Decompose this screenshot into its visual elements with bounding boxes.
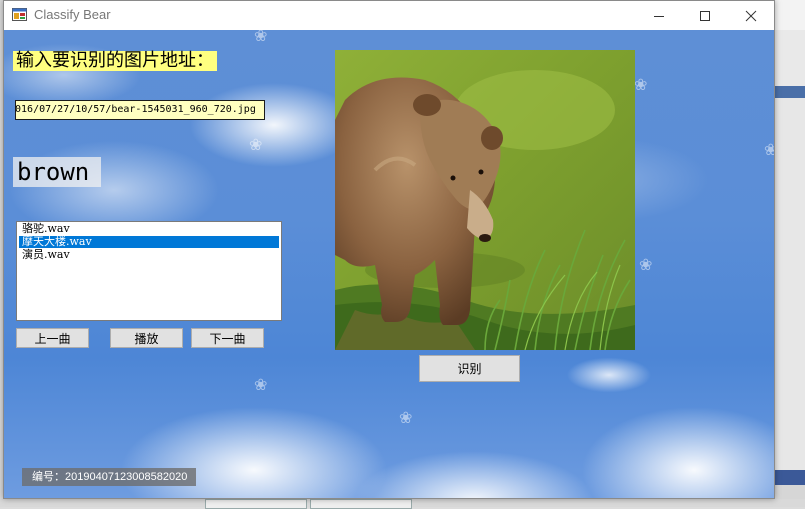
watermark-glyph: ❀ bbox=[254, 30, 268, 45]
watermark-glyph: ❀ bbox=[249, 135, 263, 154]
background-tab bbox=[310, 499, 412, 509]
minimize-button[interactable] bbox=[636, 1, 682, 30]
classification-result-label: brown bbox=[13, 157, 101, 187]
watermark-glyph: ❀ bbox=[399, 408, 413, 427]
bear-image bbox=[335, 50, 635, 350]
next-track-button[interactable]: 下一曲 bbox=[191, 328, 264, 348]
playlist-item-selected[interactable]: 摩天大楼.wav bbox=[19, 236, 279, 248]
playlist-listbox[interactable]: 骆驼.wav 摩天大楼.wav 演员.wav bbox=[16, 221, 282, 321]
maximize-icon bbox=[700, 10, 710, 21]
form-client-area: ❀ ❀ ❀ ❀ ❀ ❀ ❀ 输入要识别的图片地址： 2016/07/27/10/… bbox=[4, 30, 774, 498]
background-tab bbox=[205, 499, 307, 509]
close-button[interactable] bbox=[728, 1, 774, 30]
maximize-button[interactable] bbox=[682, 1, 728, 30]
image-path-value: 2016/07/27/10/57/bear-1545031_960_720.jp… bbox=[15, 104, 256, 115]
classify-bear-window: Classify Bear ❀ ❀ ❀ ❀ ❀ ❀ ❀ 输入要识别的图片地址： … bbox=[3, 0, 775, 499]
watermark-glyph: ❀ bbox=[639, 255, 653, 274]
previous-track-button[interactable]: 上一曲 bbox=[16, 328, 89, 348]
classify-button[interactable]: 识别 bbox=[419, 355, 520, 382]
desktop-background bbox=[775, 0, 805, 507]
playlist-item[interactable]: 演员.wav bbox=[19, 249, 279, 261]
watermark-glyph: ❀ bbox=[764, 140, 774, 159]
app-icon bbox=[12, 8, 27, 21]
play-button[interactable]: 播放 bbox=[110, 328, 183, 348]
serial-number-label: 编号：20190407123008582020 bbox=[22, 468, 196, 486]
bear-photo bbox=[335, 50, 635, 350]
watermark-glyph: ❀ bbox=[634, 75, 648, 94]
image-path-input[interactable]: 2016/07/27/10/57/bear-1545031_960_720.jp… bbox=[15, 100, 265, 120]
watermark-glyph: ❀ bbox=[254, 375, 268, 394]
window-title: Classify Bear bbox=[34, 7, 111, 22]
title-bar[interactable]: Classify Bear bbox=[4, 1, 774, 30]
playlist-item[interactable]: 骆驼.wav bbox=[19, 223, 279, 235]
minimize-icon bbox=[654, 15, 664, 17]
image-path-prompt-label: 输入要识别的图片地址： bbox=[13, 51, 217, 71]
close-icon bbox=[745, 10, 757, 21]
